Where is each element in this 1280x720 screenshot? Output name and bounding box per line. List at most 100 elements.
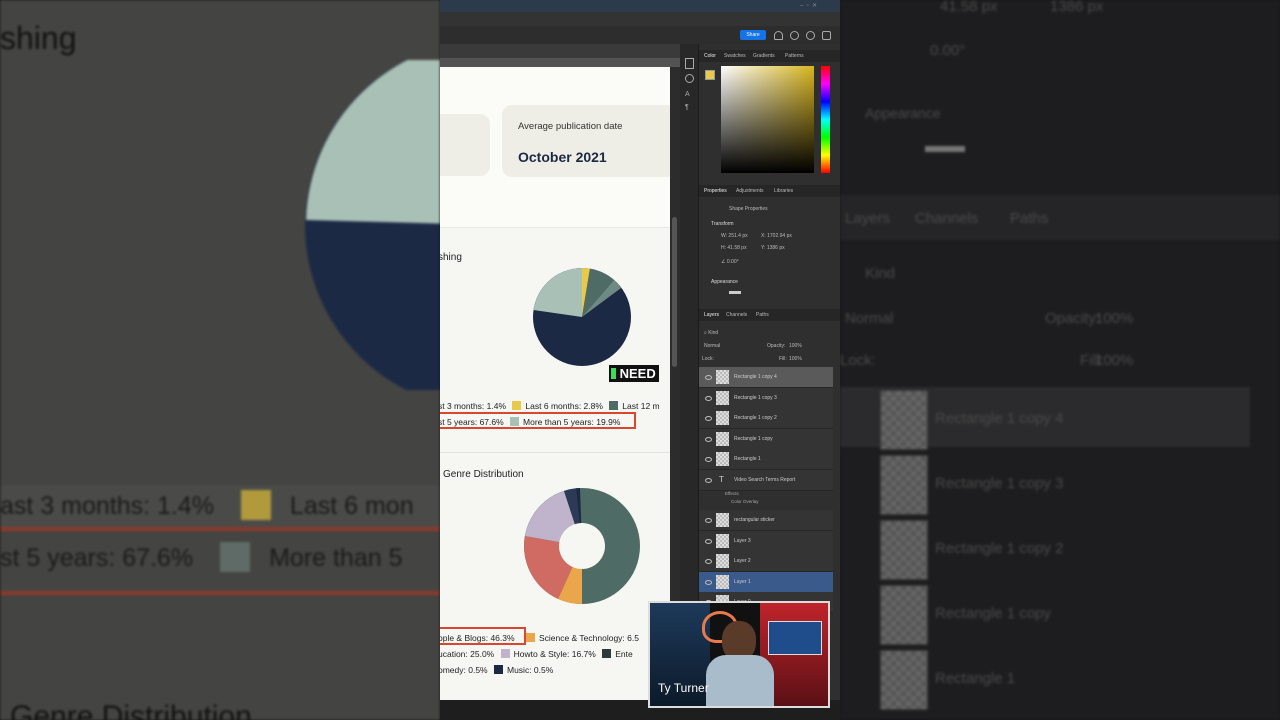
layer-row[interactable]: Rectangle 1 copy 4 — [699, 367, 833, 388]
foreground-color-swatch[interactable] — [705, 70, 715, 80]
layer-row[interactable]: Layer 2 — [699, 551, 833, 572]
layer-name: Rectangle 1 copy — [734, 435, 773, 442]
color-panel-tabs: Color Swatches Gradients Patterns — [699, 50, 840, 62]
bg-genre-title: Genre Distribution — [10, 700, 252, 720]
caption-word: NEED — [619, 366, 656, 381]
genre-legend-row1: ople & Blogs: 46.3% Science & Technology… — [440, 633, 639, 643]
shape-properties-label: Shape Properties — [729, 206, 768, 212]
stat-card-left — [440, 114, 490, 176]
window-controls[interactable]: – ▫ ✕ — [800, 2, 817, 9]
y-value[interactable]: 1386 px — [767, 245, 785, 251]
layer-thumbnail — [716, 431, 729, 446]
adjust-icon[interactable] — [685, 74, 694, 83]
layer-name: Rectangle 1 copy 3 — [734, 394, 777, 401]
presenter-name: Ty Turner — [658, 681, 709, 695]
caption-overlay: NEED — [609, 365, 659, 382]
lightbulb-icon[interactable] — [806, 31, 815, 40]
angle-value[interactable]: 0.00° — [727, 259, 739, 265]
hue-slider[interactable] — [821, 66, 830, 173]
layer-row[interactable]: Rectangle 1 copy 3 — [699, 387, 833, 409]
width-value[interactable]: 251.4 px — [728, 233, 747, 239]
presenter-webcam: Ty Turner — [648, 601, 830, 708]
search-icon[interactable] — [790, 31, 799, 40]
layer-name: Video Search Terms Report — [734, 476, 796, 483]
layer-row[interactable]: Layer 3 — [699, 530, 833, 552]
effects-label[interactable]: Effects — [725, 491, 739, 496]
text-layer-icon: T — [719, 474, 724, 484]
layer-row[interactable]: T Video Search Terms Report — [699, 469, 833, 491]
options-bar: Share — [440, 26, 840, 45]
background-monitor — [768, 621, 822, 655]
workspace-icon[interactable] — [822, 31, 831, 40]
layer-thumbnail — [716, 452, 729, 466]
history-icon[interactable] — [685, 58, 694, 69]
bg-legend-row1: ast 3 months: 1.4% Last 6 mon — [0, 490, 414, 520]
effect-item[interactable]: Color Overlay — [731, 499, 759, 504]
character-icon[interactable]: A — [685, 91, 690, 98]
legend-swatch — [602, 649, 612, 658]
layer-name: Layer 2 — [734, 558, 751, 564]
genre-donut-chart — [524, 488, 640, 605]
stat-value: October 2021 — [518, 149, 607, 165]
layer-row[interactable]: Rectangle 1 copy — [699, 428, 833, 450]
visibility-eye-icon[interactable] — [705, 477, 712, 483]
layer-thumbnail — [716, 574, 729, 589]
layer-name: Rectangle 1 — [734, 456, 761, 462]
share-button[interactable]: Share — [740, 30, 766, 40]
layer-name: rectangular sticker — [734, 517, 775, 523]
layer-filter-kind[interactable]: Kind — [708, 330, 718, 336]
layers-panel-tabs: Layers Channels Paths — [699, 309, 840, 321]
genre-legend-row3: omedy: 0.5% Music: 0.5% — [440, 665, 554, 675]
horizontal-ruler — [440, 58, 680, 67]
visibility-eye-icon[interactable] — [705, 538, 712, 544]
visibility-eye-icon[interactable] — [705, 579, 712, 585]
layer-row[interactable]: Layer 1 — [699, 571, 833, 593]
publishing-legend-row2: st 5 years: 67.6% More than 5 years: 19.… — [440, 417, 621, 427]
stroke-swatch[interactable] — [729, 291, 741, 294]
layer-thumbnail — [716, 370, 729, 384]
bg-legend-row2: st 5 years: 67.6% More than 5 — [0, 542, 403, 572]
stat-label: Average publication date — [518, 121, 623, 132]
bg-chart-title: shing — [0, 20, 77, 56]
blend-mode-select[interactable]: Normal — [704, 343, 720, 349]
layer-thumbnail — [716, 533, 729, 548]
visibility-eye-icon[interactable] — [705, 518, 712, 523]
fill-value[interactable]: 100% — [789, 356, 802, 362]
title-bar: – ▫ ✕ — [440, 0, 840, 12]
visibility-eye-icon[interactable] — [705, 559, 712, 564]
legend-swatch — [500, 649, 510, 658]
layer-row[interactable]: Rectangle 1 — [699, 449, 833, 470]
layer-row[interactable]: Rectangle 1 copy 2 — [699, 408, 833, 429]
appearance-label: Appearance — [711, 279, 738, 285]
visibility-eye-icon[interactable] — [705, 416, 712, 421]
layer-thumbnail — [716, 554, 729, 568]
layer-name: Layer 1 — [734, 578, 751, 585]
publishing-legend-row1: st 3 months: 1.4% Last 6 months: 2.8% La… — [440, 401, 660, 411]
layer-name: Rectangle 1 copy 2 — [734, 415, 777, 421]
color-picker-field[interactable] — [721, 66, 814, 173]
height-value[interactable]: 41.58 px — [727, 245, 746, 251]
visibility-eye-icon[interactable] — [705, 395, 712, 401]
visibility-eye-icon[interactable] — [705, 375, 712, 380]
document-canvas: Average publication date October 2021 sh… — [440, 67, 670, 700]
genre-chart-title: Genre Distribution — [443, 469, 524, 480]
layer-name: Rectangle 1 copy 4 — [734, 374, 777, 380]
genre-legend-row2: ucation: 25.0% Howto & Style: 16.7% Ente — [440, 649, 633, 659]
legend-swatch — [525, 633, 535, 642]
legend-swatch — [494, 665, 503, 674]
paragraph-icon[interactable]: ¶ — [685, 104, 689, 111]
stat-card-publication: Average publication date October 2021 — [502, 105, 670, 177]
publishing-chart-title: shing — [440, 252, 462, 263]
document-tab-bar — [440, 44, 680, 58]
visibility-eye-icon[interactable] — [705, 457, 712, 462]
pie-slice-more-than-5-years — [533, 268, 582, 317]
opacity-value[interactable]: 100% — [789, 343, 802, 349]
layer-thumbnail — [716, 513, 729, 527]
scrollbar-thumb[interactable] — [672, 217, 677, 367]
properties-panel-tabs: Properties Adjustments Libraries — [699, 185, 840, 197]
visibility-eye-icon[interactable] — [705, 436, 712, 442]
bell-icon[interactable] — [774, 31, 783, 40]
layer-row[interactable]: rectangular sticker — [699, 510, 833, 531]
x-value[interactable]: 1702.94 px — [767, 233, 792, 239]
layer-name: Layer 3 — [734, 537, 751, 544]
